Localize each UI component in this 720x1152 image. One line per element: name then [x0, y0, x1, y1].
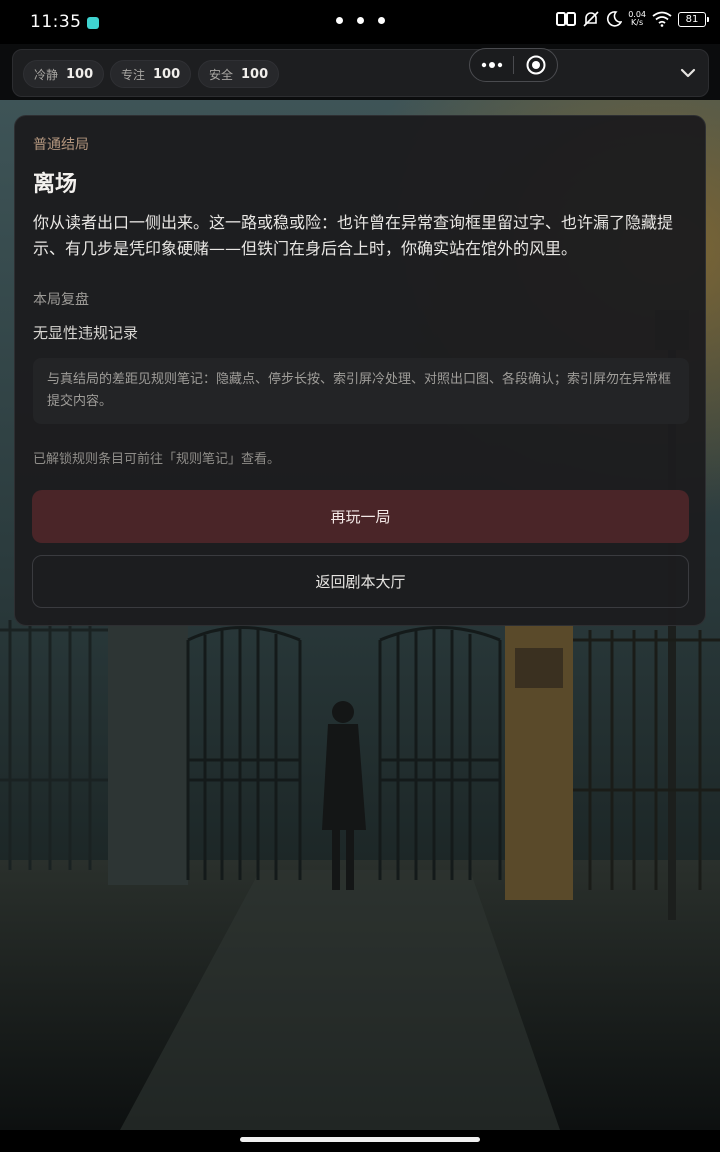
play-again-button[interactable]: 再玩一局 — [32, 490, 689, 543]
moon-icon — [606, 11, 623, 27]
app-badge-icon — [86, 17, 99, 29]
review-text: 无显性违规记录 — [33, 324, 139, 342]
wifi-icon — [652, 11, 672, 27]
net-speed-unit: K/s — [631, 18, 644, 27]
stat-value: 100 — [241, 66, 269, 82]
stat-focus: 专注 100 — [110, 60, 192, 88]
home-indicator[interactable] — [240, 1137, 480, 1142]
chevron-down-icon[interactable] — [678, 65, 698, 85]
back-to-lobby-button[interactable]: 返回剧本大厅 — [32, 555, 689, 608]
status-icons: 0.04 K/s 81 — [556, 10, 709, 28]
battery-level: 81 — [685, 13, 699, 25]
miniprogram-capsule — [469, 48, 558, 82]
status-time: 11:35 — [30, 12, 82, 32]
status-bar: 11:35 0.04 K/s 81 — [0, 0, 720, 44]
ending-type-label: 普通结局 — [33, 137, 89, 153]
stat-label: 安全 — [209, 67, 234, 82]
rule-note-box: 与真结局的差距见规则笔记：隐藏点、停步长按、索引屏冷处理、对照出口图、各段确认；… — [33, 358, 689, 424]
mute-icon — [582, 10, 600, 28]
screen: 11:35 0.04 K/s 81 冷静 100 专注 100 安全 100 普… — [0, 0, 720, 1152]
network-speed-icon: 0.04 K/s — [628, 11, 646, 27]
ending-body: 你从读者出口一侧出来。这一路或稳或险：也许曾在异常查询框里留过字、也许漏了隐藏提… — [33, 213, 674, 258]
unlock-hint: 已解锁规则条目可前往「规则笔记」查看。 — [33, 452, 281, 467]
close-target-icon[interactable] — [514, 49, 557, 81]
stat-safety: 安全 100 — [198, 60, 280, 88]
camera-dots — [336, 17, 385, 24]
nfc-icon — [556, 12, 577, 26]
stat-value: 100 — [153, 66, 181, 82]
stats-bar: 冷静 100 专注 100 安全 100 — [12, 49, 709, 97]
stat-label: 专注 — [121, 67, 146, 82]
stat-calm: 冷静 100 — [23, 60, 105, 88]
more-dots-icon[interactable] — [470, 49, 513, 81]
battery-icon: 81 — [678, 11, 709, 27]
ending-title: 离场 — [33, 172, 78, 197]
review-label: 本局复盘 — [33, 292, 89, 308]
stat-label: 冷静 — [34, 67, 59, 82]
stat-value: 100 — [66, 66, 94, 82]
ending-card: 普通结局 离场 你从读者出口一侧出来。这一路或稳或险：也许曾在异常查询框里留过字… — [14, 115, 706, 626]
